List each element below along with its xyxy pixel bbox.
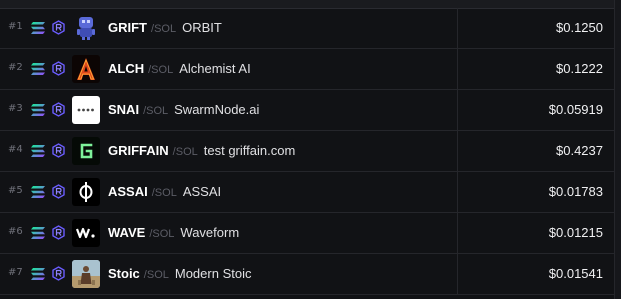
row-token-cell[interactable]: #2 ALCH/SOL Alchemist AI — [0, 49, 458, 89]
token-price: $0.4237 — [556, 143, 603, 158]
quote-text: SOL — [146, 105, 169, 117]
solana-icon — [31, 227, 45, 239]
raydium-icon — [52, 143, 65, 158]
row-token-cell[interactable]: #6 WAVE/SOL Waveform — [0, 213, 458, 253]
raydium-icon — [52, 184, 65, 199]
row-token-cell[interactable]: #1 GRIFT/SOL ORBIT — [0, 8, 458, 48]
quote-text: SOL — [146, 269, 169, 281]
rank-label: #4 — [8, 144, 23, 155]
table-row[interactable]: #5 ASSAI/SOL ASSAI $0.01783 — [0, 172, 621, 213]
quote-label: /SOL — [149, 228, 174, 240]
token-table: #1 GRIFT/SOL ORBIT $0.1250 #2 ALCH /SOL … — [0, 0, 621, 299]
token-name: ASSAI — [182, 184, 222, 199]
token-symbol: ALCH/SOL Alchemist AI — [108, 61, 251, 76]
raydium-icon — [52, 102, 65, 117]
table-row[interactable]: #4 GRIFFAIN/SOL test griffain.com $0.4237 — [0, 131, 621, 172]
quote-label: /SOL — [173, 146, 198, 158]
rank-label: #6 — [8, 226, 23, 237]
quote-label: /SOL — [152, 187, 177, 199]
symbol-text: ALCH — [108, 61, 145, 76]
token-price: $0.1222 — [556, 61, 603, 76]
raydium-icon — [52, 20, 65, 35]
token-price: $0.01215 — [548, 225, 603, 240]
quote-text: SOL — [152, 228, 175, 240]
token-name: Waveform — [180, 225, 240, 240]
token-avatar — [72, 96, 100, 124]
table-row[interactable]: #6 WAVE/SOL Waveform $0.01215 — [0, 213, 621, 254]
symbol-text: GRIFT — [108, 20, 147, 35]
token-symbol: Stoic/SOL Modern Stoic — [108, 266, 251, 281]
rank-label: #7 — [8, 267, 23, 278]
solana-icon — [31, 145, 45, 157]
row-token-cell[interactable]: #5 ASSAI/SOL ASSAI — [0, 172, 458, 212]
token-symbol: ASSAI/SOL ASSAI — [108, 184, 221, 199]
row-token-cell[interactable]: #3 SNAI/SOL SwarmNode.ai — [0, 90, 458, 130]
quote-text: SOL — [151, 64, 174, 76]
solana-icon — [31, 268, 45, 280]
solana-icon — [31, 186, 45, 198]
token-name: SwarmNode.ai — [174, 102, 260, 117]
quote-label: /SOL — [144, 269, 169, 281]
token-symbol: GRIFT/SOL ORBIT — [108, 20, 222, 35]
table-row[interactable]: #7 Stoic/SOL Modern Stoic $0.01541 — [0, 254, 621, 295]
token-name: ORBIT — [182, 20, 222, 35]
token-avatar — [72, 14, 100, 42]
quote-label: /SOL — [151, 23, 176, 35]
quote-label: /SOL — [148, 64, 173, 76]
token-symbol: WAVE/SOL Waveform — [108, 225, 239, 240]
token-name: Alchemist AI — [179, 61, 251, 76]
raydium-icon — [52, 61, 65, 76]
quote-text: SOL — [154, 23, 177, 35]
token-symbol: GRIFFAIN/SOL test griffain.com — [108, 143, 295, 158]
row-token-cell[interactable]: #7 Stoic/SOL Modern Stoic — [0, 254, 458, 294]
token-avatar — [72, 137, 100, 165]
raydium-icon — [52, 266, 65, 281]
token-avatar — [72, 178, 100, 206]
solana-icon — [31, 104, 45, 116]
raydium-icon — [52, 225, 65, 240]
token-symbol: SNAI/SOL SwarmNode.ai — [108, 102, 259, 117]
quote-text: SOL — [154, 187, 177, 199]
table-row[interactable]: #2 ALCH/SOL Alchemist AI $0.1222 — [0, 49, 621, 90]
token-name: Modern Stoic — [174, 266, 252, 281]
token-avatar — [72, 55, 100, 83]
solana-icon — [31, 63, 45, 75]
token-name: test griffain.com — [203, 143, 296, 158]
row-token-cell[interactable]: #4 GRIFFAIN/SOL test griffain.com — [0, 131, 458, 171]
symbol-text: WAVE — [108, 225, 146, 240]
symbol-text: SNAI — [108, 102, 140, 117]
symbol-text: ASSAI — [108, 184, 148, 199]
quote-text: SOL — [175, 146, 198, 158]
token-avatar — [72, 260, 100, 288]
token-price: $0.05919 — [548, 102, 603, 117]
symbol-text: Stoic — [108, 266, 140, 281]
solana-icon — [31, 22, 45, 34]
table-row[interactable]: #1 GRIFT/SOL ORBIT $0.1250 — [0, 8, 621, 49]
rank-label: #3 — [8, 103, 23, 114]
token-avatar — [72, 219, 100, 247]
token-price: $0.01783 — [548, 184, 603, 199]
symbol-text: GRIFFAIN — [108, 143, 169, 158]
token-price: $0.1250 — [556, 20, 603, 35]
rank-label: #2 — [8, 62, 23, 73]
rank-label: #5 — [8, 185, 23, 196]
scrollbar-track[interactable] — [614, 0, 621, 299]
table-row[interactable]: #3 SNAI/SOL SwarmNode.ai $0.05919 — [0, 90, 621, 131]
quote-label: /SOL — [143, 105, 168, 117]
token-price: $0.01541 — [548, 266, 603, 281]
rank-label: #1 — [8, 21, 23, 32]
